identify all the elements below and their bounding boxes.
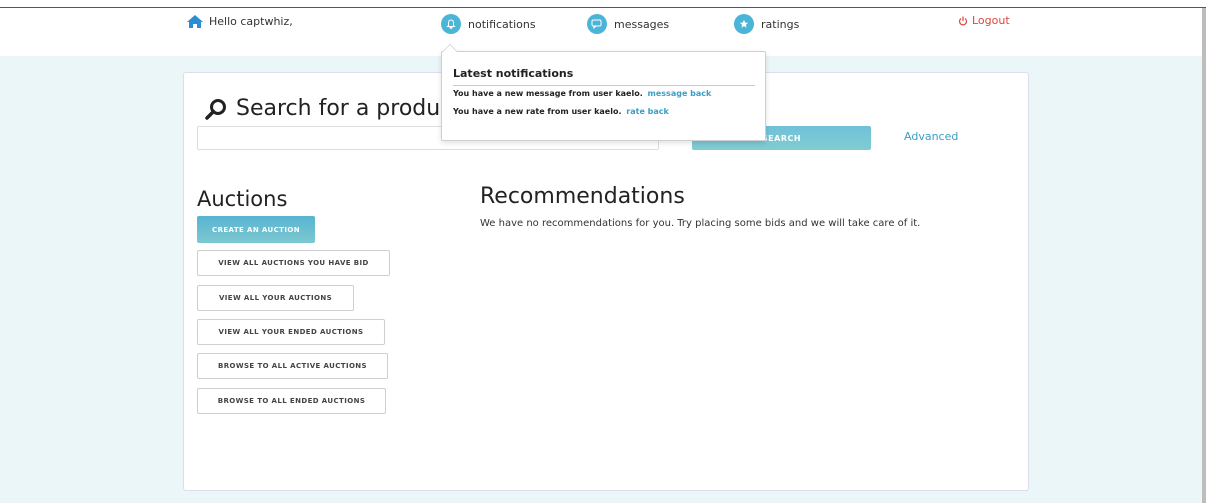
create-auction-button[interactable]: CREATE AN AUCTION [197, 216, 315, 243]
search-icon [204, 97, 228, 121]
message-back-link[interactable]: message back [648, 89, 712, 98]
browse-ended-auctions-button[interactable]: BROWSE TO ALL ENDED AUCTIONS [197, 388, 386, 414]
notification-item: You have a new message from user kaelo. … [453, 89, 711, 98]
power-icon [958, 16, 968, 26]
advanced-search-link[interactable]: Advanced [904, 130, 958, 143]
nav-ratings[interactable]: ratings [734, 14, 799, 34]
popover-title: Latest notifications [453, 67, 574, 80]
view-your-auctions-button[interactable]: VIEW ALL YOUR AUCTIONS [197, 285, 354, 311]
scrollbar[interactable] [1202, 8, 1206, 503]
bell-icon [441, 14, 461, 34]
search-title-text: Search for a product [236, 96, 461, 121]
nav-messages[interactable]: messages [587, 14, 669, 34]
nav-notifications[interactable]: notifications [441, 14, 536, 34]
notification-item: You have a new rate from user kaelo. rat… [453, 107, 669, 116]
notification-text: You have a new message from user kaelo. [453, 89, 643, 98]
greeting-text: Hello captwhiz, [209, 15, 293, 28]
search-heading: Search for a product [204, 96, 461, 121]
greeting[interactable]: Hello captwhiz, [186, 14, 293, 29]
rate-back-link[interactable]: rate back [626, 107, 669, 116]
popover-divider [453, 85, 755, 86]
notification-text: You have a new rate from user kaelo. [453, 107, 622, 116]
chat-icon [587, 14, 607, 34]
nav-messages-label: messages [614, 17, 670, 31]
view-ended-auctions-button[interactable]: VIEW ALL YOUR ENDED AUCTIONS [197, 319, 385, 345]
logout-label: Logout [972, 14, 1010, 27]
auctions-heading: Auctions [197, 187, 288, 211]
logout-button[interactable]: Logout [958, 14, 1010, 27]
notifications-popover: Latest notifications You have a new mess… [441, 44, 766, 141]
home-icon [186, 14, 204, 29]
view-bid-auctions-button[interactable]: VIEW ALL AUCTIONS YOU HAVE BID [197, 250, 390, 276]
nav-ratings-label: ratings [761, 17, 800, 31]
star-icon [734, 14, 754, 34]
recommendations-heading: Recommendations [480, 184, 685, 209]
recommendations-text: We have no recommendations for you. Try … [480, 218, 921, 229]
nav-notifications-label: notifications [468, 17, 536, 31]
browse-active-auctions-button[interactable]: BROWSE TO ALL ACTIVE AUCTIONS [197, 353, 388, 379]
window-top-border [0, 0, 1206, 8]
